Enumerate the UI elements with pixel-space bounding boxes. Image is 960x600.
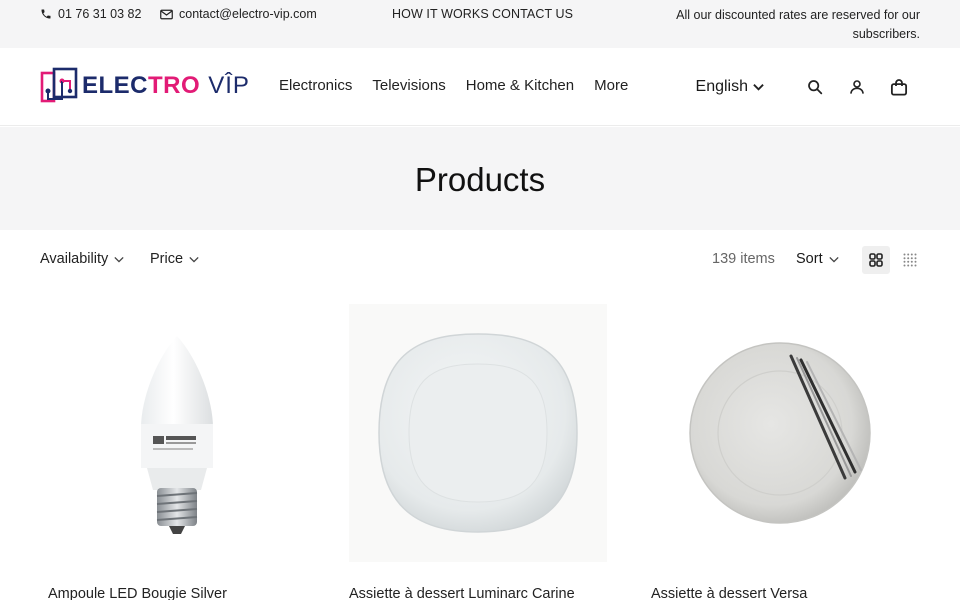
nav-electronics[interactable]: Electronics xyxy=(279,77,352,94)
promo-text: All our discounted rates are reserved fo… xyxy=(676,8,920,41)
product-image[interactable] xyxy=(651,304,909,562)
item-count: 139 items xyxy=(712,251,775,267)
chevron-down-icon xyxy=(753,84,764,91)
phone-contact[interactable]: 01 76 31 03 82 xyxy=(40,7,141,21)
logo-circuit-icon xyxy=(40,67,78,103)
led-bulb-image xyxy=(141,336,213,534)
view-small-grid-button[interactable] xyxy=(896,246,924,274)
phone-icon xyxy=(41,9,51,19)
nav-home-kitchen[interactable]: Home & Kitchen xyxy=(466,77,574,94)
filter-availability-label: Availability xyxy=(40,251,109,267)
announcement-bar: 01 76 31 03 82 contact@electro-vip.com H… xyxy=(0,0,960,48)
logo-text-vip: VÎP xyxy=(208,72,250,99)
logo-text-tro: TRO xyxy=(148,72,201,99)
logo[interactable]: ELEC TRO VÎP xyxy=(40,67,250,105)
product-image[interactable] xyxy=(48,304,306,562)
product-title[interactable]: Assiette à dessert Luminarc Carine xyxy=(349,586,607,600)
search-button[interactable] xyxy=(804,76,826,98)
chevron-down-icon xyxy=(114,256,124,263)
search-icon xyxy=(808,80,823,95)
product-image[interactable] xyxy=(349,304,607,562)
phone-number: 01 76 31 03 82 xyxy=(58,7,142,21)
collection-banner: Products xyxy=(0,127,960,230)
filter-price-label: Price xyxy=(150,251,184,267)
site-header: ELEC TRO VÎP Electronics Televisions Home … xyxy=(0,48,960,126)
product-title[interactable]: Ampoule LED Bougie Silver xyxy=(48,586,306,600)
filter-price[interactable]: Price xyxy=(150,251,199,267)
sort-dropdown[interactable]: Sort xyxy=(796,251,839,267)
grid-small-icon xyxy=(903,253,917,267)
grid-large-icon xyxy=(869,253,883,267)
product-title[interactable]: Assiette à dessert Versa xyxy=(651,586,909,600)
product-card[interactable]: Ampoule LED Bougie Silver xyxy=(48,304,306,600)
sort-label: Sort xyxy=(796,251,823,267)
round-plate-image xyxy=(689,342,871,524)
email-address: contact@electro-vip.com xyxy=(179,7,317,21)
how-it-works-link[interactable]: HOW IT WORKS xyxy=(392,7,489,21)
header-actions: English xyxy=(696,76,910,98)
square-plate-image xyxy=(378,333,578,533)
nav-more[interactable]: More xyxy=(594,77,628,94)
logo-text-elec: ELEC xyxy=(82,72,149,99)
contact-us-link[interactable]: CONTACT US xyxy=(492,7,573,21)
cart-button[interactable] xyxy=(888,76,910,98)
logo-wordmark: ELEC TRO VÎP xyxy=(82,72,250,100)
product-card[interactable]: Assiette à dessert Luminarc Carine xyxy=(349,304,607,600)
chevron-down-icon xyxy=(189,256,199,263)
language-label: English xyxy=(695,78,748,95)
chevron-down-icon xyxy=(828,256,839,263)
product-card[interactable]: Assiette à dessert Versa xyxy=(651,304,909,600)
cart-icon xyxy=(890,78,908,96)
mail-icon xyxy=(160,9,173,19)
email-contact[interactable]: contact@electro-vip.com xyxy=(160,7,317,21)
main-nav: Electronics Televisions Home & Kitchen M… xyxy=(279,77,628,94)
collection-toolbar: Availability Price 139 items Sort xyxy=(0,240,960,280)
filter-availability[interactable]: Availability xyxy=(40,251,124,267)
account-button[interactable] xyxy=(846,76,868,98)
nav-televisions[interactable]: Televisions xyxy=(372,77,445,94)
language-selector[interactable]: English xyxy=(696,78,764,96)
account-icon xyxy=(850,80,864,94)
view-large-grid-button[interactable] xyxy=(862,246,890,274)
page-title: Products xyxy=(414,161,546,198)
